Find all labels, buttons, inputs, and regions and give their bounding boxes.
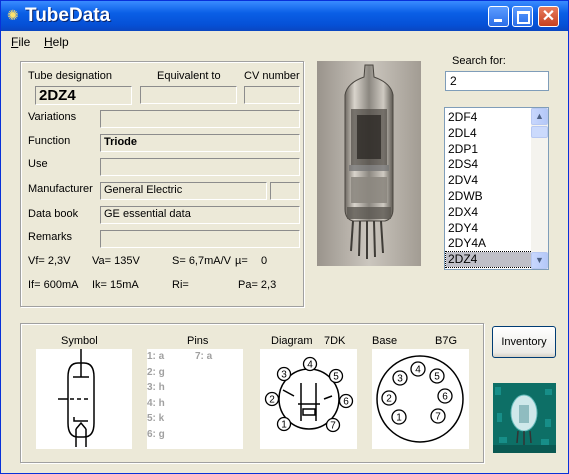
- va-value: Va= 135V: [92, 255, 140, 267]
- pins-panel: 1: a 2: g 3: h 4: h 5: k 6: g 7: a: [147, 349, 243, 449]
- pin-number: 6: [442, 392, 448, 403]
- list-item[interactable]: 2DZ4: [445, 251, 533, 269]
- pin-number: 5: [434, 372, 440, 383]
- function-label: Function: [28, 135, 71, 147]
- maximize-button[interactable]: [512, 6, 533, 27]
- pin-number: 6: [343, 397, 349, 408]
- close-button[interactable]: ✕: [538, 6, 559, 27]
- logo-image: [493, 383, 556, 453]
- pin-diagram: 1 2 3 4 5 6 7: [264, 356, 354, 433]
- diagram-label: Diagram: [271, 335, 313, 347]
- pin-entry: 6: g: [147, 428, 165, 440]
- base-panel: 123 4 567: [372, 349, 469, 449]
- databook-field[interactable]: GE essential data: [100, 206, 300, 224]
- pin-number: 5: [333, 372, 339, 383]
- databook-label: Data book: [28, 208, 79, 220]
- cv-number-label: CV number: [244, 70, 300, 82]
- list-item[interactable]: 2DWB: [446, 189, 532, 204]
- symbol-label: Symbol: [61, 335, 98, 347]
- lightbulb-icon: ✺: [7, 7, 19, 23]
- base-diagram: 123 4 567: [376, 355, 464, 443]
- inventory-button[interactable]: Inventory: [492, 326, 556, 358]
- pin-entry: 2: g: [147, 366, 165, 378]
- triode-symbol: [58, 349, 95, 447]
- use-label: Use: [28, 158, 48, 170]
- tube-image: [317, 61, 421, 266]
- pin-number: 1: [396, 413, 402, 424]
- cv-number-field[interactable]: [244, 86, 300, 104]
- equivalent-label: Equivalent to: [157, 70, 221, 82]
- scroll-up-icon[interactable]: ▲: [531, 108, 548, 125]
- listbox-scrollbar[interactable]: ▲ ▼: [531, 108, 548, 269]
- tube-photo: [317, 61, 421, 266]
- function-field[interactable]: Triode: [100, 134, 300, 152]
- variations-label: Variations: [28, 111, 77, 123]
- vf-value: Vf= 2,3V: [28, 255, 71, 267]
- list-item[interactable]: 2DF4: [446, 110, 532, 125]
- base-code: B7G: [435, 335, 458, 347]
- minimize-button[interactable]: [488, 6, 509, 27]
- pin-number: 2: [269, 395, 275, 406]
- menu-file[interactable]: File: [11, 35, 30, 49]
- remarks-field[interactable]: [100, 230, 300, 248]
- list-item[interactable]: 2DY4A: [446, 236, 532, 251]
- scrollbar-thumb[interactable]: [531, 126, 548, 138]
- remarks-label: Remarks: [28, 231, 73, 243]
- list-item[interactable]: 2DX4: [446, 205, 532, 220]
- pin-number: 3: [397, 374, 403, 385]
- use-field[interactable]: [100, 158, 300, 176]
- pa-value: Pa= 2,3: [238, 279, 277, 291]
- pin-number: 7: [330, 421, 336, 432]
- ri-value: Ri=: [172, 279, 189, 291]
- manufacturer-code-field[interactable]: [270, 182, 300, 200]
- designation-field[interactable]: 2DZ4: [35, 86, 132, 105]
- pin-entry: 4: h: [147, 397, 165, 409]
- pin-entry: 5: k: [147, 413, 165, 424]
- maximize-icon: [513, 7, 532, 26]
- if-value: If= 600mA: [28, 279, 79, 291]
- pin-entry: 7: a: [195, 351, 213, 362]
- list-item[interactable]: 2DP1: [446, 142, 532, 157]
- menu-bar: File Help: [1, 32, 568, 52]
- scroll-down-icon[interactable]: ▼: [531, 252, 548, 269]
- search-input[interactable]: 2: [445, 71, 549, 91]
- pin-number: 4: [307, 360, 313, 371]
- equivalent-field[interactable]: [140, 86, 237, 104]
- mu-label: µ=: [235, 255, 248, 267]
- tubedata-window: ✺ TubeData ✕ File Help Tube designation …: [0, 0, 569, 474]
- diagram-code: 7DK: [324, 335, 346, 347]
- s-value: S= 6,7mA/V: [172, 255, 232, 267]
- manufacturer-field[interactable]: General Electric: [100, 182, 267, 200]
- window-title: TubeData: [25, 5, 111, 26]
- designation-label: Tube designation: [28, 70, 112, 82]
- pin-number: 4: [415, 365, 421, 376]
- base-label: Base: [372, 335, 398, 347]
- pin-number: 3: [281, 370, 287, 381]
- tube-listbox[interactable]: 2DF4 2DL4 2DP1 2DS4 2DV4 2DWB 2DX4 2DY4 2DY4A 2DZ…: [444, 107, 549, 270]
- menu-help[interactable]: Help: [44, 35, 69, 49]
- pin-number: 2: [386, 394, 392, 405]
- manufacturer-label: Manufacturer: [28, 183, 93, 195]
- close-icon: ✕: [541, 8, 556, 25]
- pin-entry: 1: a: [147, 351, 165, 362]
- list-item[interactable]: 2DL4: [446, 126, 532, 141]
- minimize-icon: [489, 7, 508, 26]
- list-item[interactable]: 2DS4: [446, 157, 532, 172]
- pin-number: 7: [435, 412, 441, 423]
- title-bar[interactable]: ✺ TubeData ✕: [1, 1, 568, 31]
- pin-number: 1: [281, 420, 287, 431]
- list-item[interactable]: 2DY4: [446, 221, 532, 236]
- diagram-panel: 1 2 3 4 5 6 7: [260, 349, 357, 449]
- pins-label: Pins: [187, 335, 209, 347]
- variations-field[interactable]: [100, 110, 300, 128]
- pin-entry: 3: h: [147, 382, 165, 393]
- list-item[interactable]: 2DV4: [446, 173, 532, 188]
- search-label: Search for:: [452, 55, 506, 67]
- tube-logo: [493, 383, 556, 453]
- ik-value: Ik= 15mA: [92, 279, 139, 291]
- symbol-panel: [36, 349, 132, 449]
- mu-value: 0: [261, 255, 268, 267]
